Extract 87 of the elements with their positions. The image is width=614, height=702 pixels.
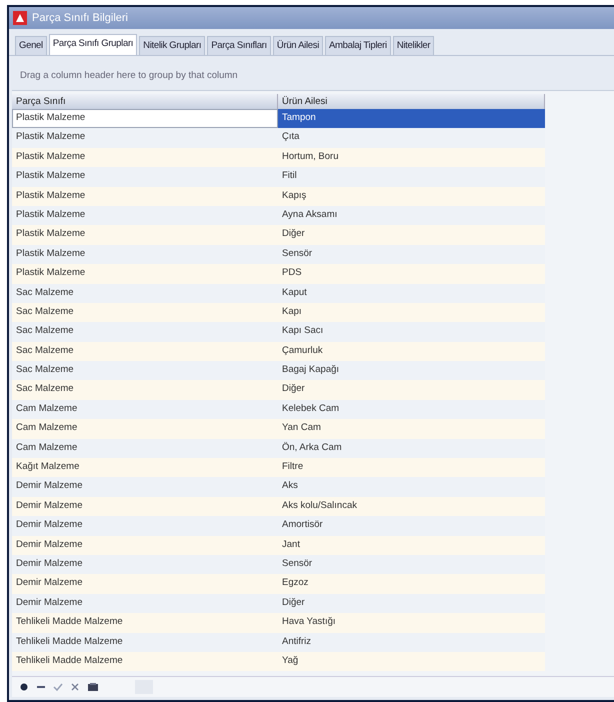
close-icon	[70, 682, 80, 692]
table-row[interactable]: Plastik Malzeme Tampon	[12, 109, 545, 128]
table-cell[interactable]: Jant	[278, 536, 545, 555]
tab[interactable]: Nitelikler	[392, 36, 434, 55]
table-cell[interactable]: Sac Malzeme	[12, 302, 278, 322]
table-cell[interactable]: Fitil	[278, 167, 545, 187]
box-icon	[87, 682, 99, 692]
group-hint: Drag a column header here to group by that column	[20, 70, 238, 80]
tab[interactable]: Ürün Ailesi	[272, 36, 323, 55]
table-row[interactable]: Tehlikeli Madde Malzeme Yağ	[12, 652, 545, 672]
table-cell[interactable]: Kağıt Malzeme	[12, 458, 278, 478]
table-cell[interactable]: Plastik Malzeme	[12, 167, 278, 187]
table-cell[interactable]: Plastik Malzeme	[12, 148, 278, 168]
table-cell[interactable]: Diğer	[278, 594, 545, 614]
table-row[interactable]: Demir Malzeme Egzoz	[12, 574, 545, 594]
table-row[interactable]: Tehlikeli Madde Malzeme Hava Yastığı	[12, 613, 545, 633]
tab[interactable]: Nitelik Grupları	[139, 36, 206, 55]
table-cell[interactable]: Sac Malzeme	[12, 342, 278, 362]
table-cell[interactable]: Kaput	[278, 284, 545, 303]
table-cell[interactable]: Sac Malzeme	[12, 284, 278, 303]
table-cell[interactable]: Yağ	[278, 652, 545, 672]
table-cell[interactable]: Tehlikeli Madde Malzeme	[12, 613, 278, 633]
table-cell[interactable]: Bagaj Kapağı	[278, 361, 545, 380]
table-cell[interactable]: Ön, Arka Cam	[278, 438, 545, 458]
table-cell[interactable]: Sac Malzeme	[12, 380, 278, 400]
table-cell[interactable]: Hortum, Boru	[278, 148, 545, 168]
table-cell[interactable]: Kelebek Cam	[278, 400, 545, 420]
table-cell[interactable]: Aks kolu/Salıncak	[278, 496, 545, 516]
table-cell[interactable]: Sac Malzeme	[12, 361, 278, 380]
table-cell[interactable]: Plastik Malzeme	[12, 206, 278, 226]
dot-icon	[19, 682, 29, 692]
table-cell[interactable]: Demir Malzeme	[12, 496, 278, 516]
app-icon	[13, 11, 27, 25]
table-cell[interactable]: Plastik Malzeme	[12, 244, 278, 264]
tab[interactable]: Parça Sınıfı Grupları	[48, 34, 138, 55]
table-row[interactable]: Sac Malzeme Çamurluk	[12, 342, 545, 362]
table-cell[interactable]: Diğer	[278, 225, 545, 245]
table-cell[interactable]: Cam Malzeme	[12, 438, 278, 458]
table-cell[interactable]: Sac Malzeme	[12, 322, 278, 342]
table-cell[interactable]: Kapı Sacı	[278, 322, 545, 342]
table-cell[interactable]: Tehlikeli Madde Malzeme	[12, 652, 278, 672]
table-cell[interactable]: Sensör	[278, 244, 545, 264]
table-row[interactable]: Sac Malzeme Kapı	[12, 302, 545, 322]
table-cell[interactable]: Filtre	[278, 458, 545, 478]
table-cell[interactable]: Amortisör	[278, 516, 545, 536]
table-cell[interactable]: Plastik Malzeme	[12, 109, 278, 128]
table-cell[interactable]: Kapış	[278, 186, 545, 206]
table-cell[interactable]: Ayna Aksamı	[278, 206, 545, 226]
table-cell[interactable]: Aks	[278, 477, 545, 497]
table-row[interactable]: Plastik Malzeme PDS	[12, 264, 545, 284]
table-row[interactable]: Demir Malzeme Jant	[12, 536, 545, 555]
table-cell[interactable]: Demir Malzeme	[12, 554, 278, 574]
tab[interactable]: Genel	[15, 36, 47, 55]
table-cell[interactable]: Plastik Malzeme	[12, 225, 278, 245]
tab[interactable]: Ambalaj Tipleri	[325, 36, 391, 55]
table-cell[interactable]: Plastik Malzeme	[12, 186, 278, 206]
table-cell[interactable]: Çıta	[278, 128, 545, 148]
table-row[interactable]: Demir Malzeme Aks kolu/Salıncak	[12, 496, 545, 516]
table-cell[interactable]: Kapı	[278, 302, 545, 322]
table-cell[interactable]: Diğer	[278, 380, 545, 400]
table-cell[interactable]: Sensör	[278, 554, 545, 574]
table-row[interactable]: Cam Malzeme Yan Cam	[12, 419, 545, 439]
table-cell[interactable]: Tehlikeli Madde Malzeme	[12, 632, 278, 652]
check-icon	[53, 682, 63, 692]
table-row[interactable]: Kağıt Malzeme Filtre	[12, 458, 545, 478]
table-cell[interactable]: Demir Malzeme	[12, 536, 278, 555]
table-row[interactable]: Plastik Malzeme Diğer	[12, 225, 545, 245]
table-cell[interactable]: Plastik Malzeme	[12, 264, 278, 284]
table-cell[interactable]: Demir Malzeme	[12, 574, 278, 594]
table-cell[interactable]: Demir Malzeme	[12, 516, 278, 536]
table-cell[interactable]: Egzoz	[278, 574, 545, 594]
table-cell[interactable]: Plastik Malzeme	[12, 128, 278, 148]
tab[interactable]: Parça Sınıfları	[207, 36, 271, 55]
table-cell[interactable]: Demir Malzeme	[12, 594, 278, 614]
table-cell[interactable]: Antifriz	[278, 632, 545, 652]
table-cell[interactable]: Yan Cam	[278, 419, 545, 439]
table-cell[interactable]: PDS	[278, 264, 545, 284]
table-cell[interactable]: Çamurluk	[278, 342, 545, 362]
table-cell[interactable]: Cam Malzeme	[12, 419, 278, 439]
table-row[interactable]: Sac Malzeme Diğer	[12, 380, 545, 400]
window-title: Parça Sınıfı Bilgileri	[32, 12, 128, 24]
table-cell[interactable]: Demir Malzeme	[12, 477, 278, 497]
table-row[interactable]: Plastik Malzeme Hortum, Boru	[12, 148, 545, 168]
table-row[interactable]: Plastik Malzeme Kapış	[12, 186, 545, 206]
table-cell[interactable]: Cam Malzeme	[12, 400, 278, 420]
table-cell[interactable]: Tampon	[278, 109, 545, 128]
table-cell[interactable]: Hava Yastığı	[278, 613, 545, 633]
